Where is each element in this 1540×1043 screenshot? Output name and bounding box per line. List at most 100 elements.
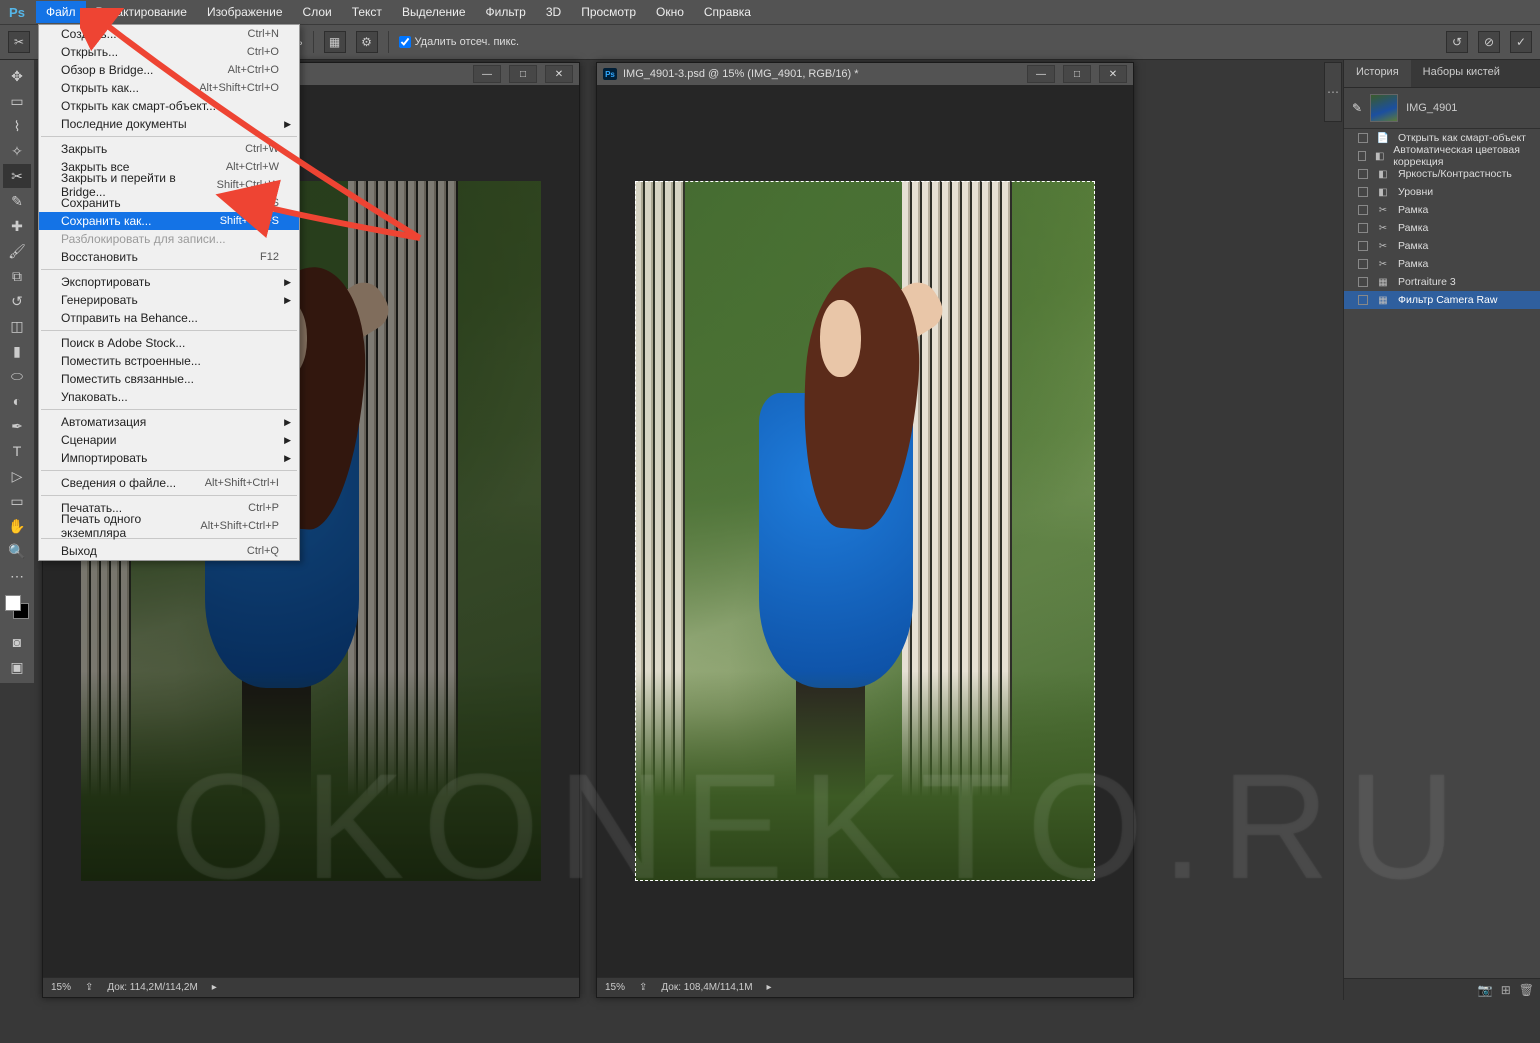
reset-icon[interactable]: ↺ bbox=[1446, 31, 1468, 53]
menu-item[interactable]: Создать...Ctrl+N bbox=[39, 25, 299, 43]
chevron-right-icon[interactable]: ▸ bbox=[212, 982, 217, 993]
menu-item[interactable]: Поместить связанные... bbox=[39, 370, 299, 388]
history-step[interactable]: ◧Яркость/Контрастность bbox=[1344, 165, 1540, 183]
history-brush-source-icon[interactable]: ✎ bbox=[1352, 101, 1362, 115]
new-snapshot-icon[interactable]: 📷 bbox=[1478, 983, 1493, 997]
maximize-button[interactable]: □ bbox=[1063, 65, 1091, 83]
history-brush-tool-icon[interactable]: ↺ bbox=[3, 289, 31, 313]
chevron-right-icon[interactable]: ▸ bbox=[767, 982, 772, 993]
tab-brush-sets[interactable]: Наборы кистей bbox=[1411, 60, 1512, 87]
history-step[interactable]: ✂Рамка bbox=[1344, 237, 1540, 255]
menubar-item-фильтр[interactable]: Фильтр bbox=[476, 1, 536, 23]
pen-tool-icon[interactable]: ✒ bbox=[3, 414, 31, 438]
menu-item[interactable]: Экспортировать▶ bbox=[39, 273, 299, 291]
menu-item[interactable]: СохранитьCtrl+S bbox=[39, 194, 299, 212]
panel-collapse-strip[interactable]: ⋯ bbox=[1324, 62, 1342, 122]
menubar-item-текст[interactable]: Текст bbox=[342, 1, 392, 23]
zoom-level-right[interactable]: 15% bbox=[605, 982, 625, 993]
menu-item[interactable]: Открыть как...Alt+Shift+Ctrl+O bbox=[39, 79, 299, 97]
close-button[interactable]: ✕ bbox=[545, 65, 573, 83]
hand-tool-icon[interactable]: ✋ bbox=[3, 514, 31, 538]
menu-item[interactable]: Последние документы▶ bbox=[39, 115, 299, 133]
menu-item[interactable]: ВосстановитьF12 bbox=[39, 248, 299, 266]
history-source-box[interactable] bbox=[1358, 259, 1368, 269]
doc-info-right[interactable]: Док: 108,4M/114,1M bbox=[661, 982, 752, 993]
menu-item[interactable]: Печать одного экземпляраAlt+Shift+Ctrl+P bbox=[39, 517, 299, 535]
menu-item[interactable]: Сохранить как...Shift+Ctrl+S bbox=[39, 212, 299, 230]
menubar-item-3d[interactable]: 3D bbox=[536, 1, 571, 23]
eraser-tool-icon[interactable]: ◫ bbox=[3, 314, 31, 338]
crop-tool-preset-icon[interactable]: ✂ bbox=[8, 31, 30, 53]
marquee-tool-icon[interactable]: ▭ bbox=[3, 89, 31, 113]
blur-tool-icon[interactable]: ⬭ bbox=[3, 364, 31, 388]
menu-item[interactable]: Автоматизация▶ bbox=[39, 413, 299, 431]
shape-tool-icon[interactable]: ▭ bbox=[3, 489, 31, 513]
lasso-tool-icon[interactable]: ⌇ bbox=[3, 114, 31, 138]
history-source-box[interactable] bbox=[1358, 187, 1368, 197]
history-source-box[interactable] bbox=[1358, 133, 1368, 143]
menu-item[interactable]: Сценарии▶ bbox=[39, 431, 299, 449]
menubar-item-просмотр[interactable]: Просмотр bbox=[571, 1, 646, 23]
history-source-box[interactable] bbox=[1358, 277, 1368, 287]
history-step[interactable]: ◧Автоматическая цветовая коррекция bbox=[1344, 147, 1540, 165]
healing-brush-tool-icon[interactable]: ✚ bbox=[3, 214, 31, 238]
menu-item[interactable]: Открыть...Ctrl+O bbox=[39, 43, 299, 61]
type-tool-icon[interactable]: T bbox=[3, 439, 31, 463]
quickmask-icon[interactable]: ◙ bbox=[3, 630, 31, 654]
history-source-box[interactable] bbox=[1358, 205, 1368, 215]
history-step[interactable]: ◧Уровни bbox=[1344, 183, 1540, 201]
trash-icon[interactable]: 🗑 bbox=[1519, 983, 1534, 997]
document-titlebar-right[interactable]: Ps IMG_4901-3.psd @ 15% (IMG_4901, RGB/1… bbox=[597, 63, 1133, 85]
menubar-item-слои[interactable]: Слои bbox=[293, 1, 342, 23]
menu-item[interactable]: Импортировать▶ bbox=[39, 449, 299, 467]
move-tool-icon[interactable]: ✥ bbox=[3, 64, 31, 88]
history-source-box[interactable] bbox=[1358, 169, 1368, 179]
path-select-tool-icon[interactable]: ▷ bbox=[3, 464, 31, 488]
delete-cropped-checkbox[interactable]: Удалить отсеч. пикс. bbox=[399, 36, 520, 48]
overlay-options-icon[interactable]: ▦ bbox=[324, 31, 346, 53]
menu-item[interactable]: Отправить на Behance... bbox=[39, 309, 299, 327]
history-step[interactable]: ▦Portraiture 3 bbox=[1344, 273, 1540, 291]
eyedropper-tool-icon[interactable]: ✎ bbox=[3, 189, 31, 213]
menu-item[interactable]: Упаковать... bbox=[39, 388, 299, 406]
share-icon[interactable]: ⇪ bbox=[85, 982, 93, 993]
history-step[interactable]: ✂Рамка bbox=[1344, 255, 1540, 273]
history-step[interactable]: ✂Рамка bbox=[1344, 219, 1540, 237]
menubar-item-изображение[interactable]: Изображение bbox=[197, 1, 293, 23]
foreground-color-swatch[interactable] bbox=[5, 595, 21, 611]
dodge-tool-icon[interactable]: ◐ bbox=[3, 389, 31, 413]
brush-tool-icon[interactable]: 🖌 bbox=[3, 239, 31, 263]
menu-item[interactable]: Поиск в Adobe Stock... bbox=[39, 334, 299, 352]
magic-wand-tool-icon[interactable]: ✧ bbox=[3, 139, 31, 163]
menu-item[interactable]: Поместить встроенные... bbox=[39, 352, 299, 370]
close-button[interactable]: ✕ bbox=[1099, 65, 1127, 83]
history-snapshot-row[interactable]: ✎ IMG_4901 bbox=[1344, 88, 1540, 129]
menubar-item-файл[interactable]: Файл bbox=[36, 1, 86, 23]
minimize-button[interactable]: — bbox=[1027, 65, 1055, 83]
menubar-item-редактирование[interactable]: Редактирование bbox=[86, 1, 197, 23]
menubar-item-выделение[interactable]: Выделение bbox=[392, 1, 476, 23]
menubar-item-справка[interactable]: Справка bbox=[694, 1, 761, 23]
history-source-box[interactable] bbox=[1358, 295, 1368, 305]
color-swatches[interactable] bbox=[5, 595, 29, 619]
clone-stamp-tool-icon[interactable]: ⧉ bbox=[3, 264, 31, 288]
commit-crop-icon[interactable]: ✓ bbox=[1510, 31, 1532, 53]
canvas-right[interactable] bbox=[597, 85, 1133, 977]
history-step[interactable]: ✂Рамка bbox=[1344, 201, 1540, 219]
menubar-item-окно[interactable]: Окно bbox=[646, 1, 694, 23]
snapshot-thumbnail[interactable] bbox=[1370, 94, 1398, 122]
crop-options-icon[interactable]: ⚙ bbox=[356, 31, 378, 53]
menu-item[interactable]: Закрыть и перейти в Bridge...Shift+Ctrl+… bbox=[39, 176, 299, 194]
minimize-button[interactable]: — bbox=[473, 65, 501, 83]
menu-item[interactable]: ВыходCtrl+Q bbox=[39, 542, 299, 560]
menu-item[interactable]: Генерировать▶ bbox=[39, 291, 299, 309]
maximize-button[interactable]: □ bbox=[509, 65, 537, 83]
menu-item[interactable]: Сведения о файле...Alt+Shift+Ctrl+I bbox=[39, 474, 299, 492]
zoom-tool-icon[interactable]: 🔍 bbox=[3, 539, 31, 563]
menu-item[interactable]: Обзор в Bridge...Alt+Ctrl+O bbox=[39, 61, 299, 79]
history-step[interactable]: ▦Фильтр Camera Raw bbox=[1344, 291, 1540, 309]
zoom-level-left[interactable]: 15% bbox=[51, 982, 71, 993]
tab-history[interactable]: История bbox=[1344, 60, 1411, 87]
edit-toolbar-icon[interactable]: ⋯ bbox=[3, 564, 31, 588]
screenmode-icon[interactable]: ▣ bbox=[3, 655, 31, 679]
